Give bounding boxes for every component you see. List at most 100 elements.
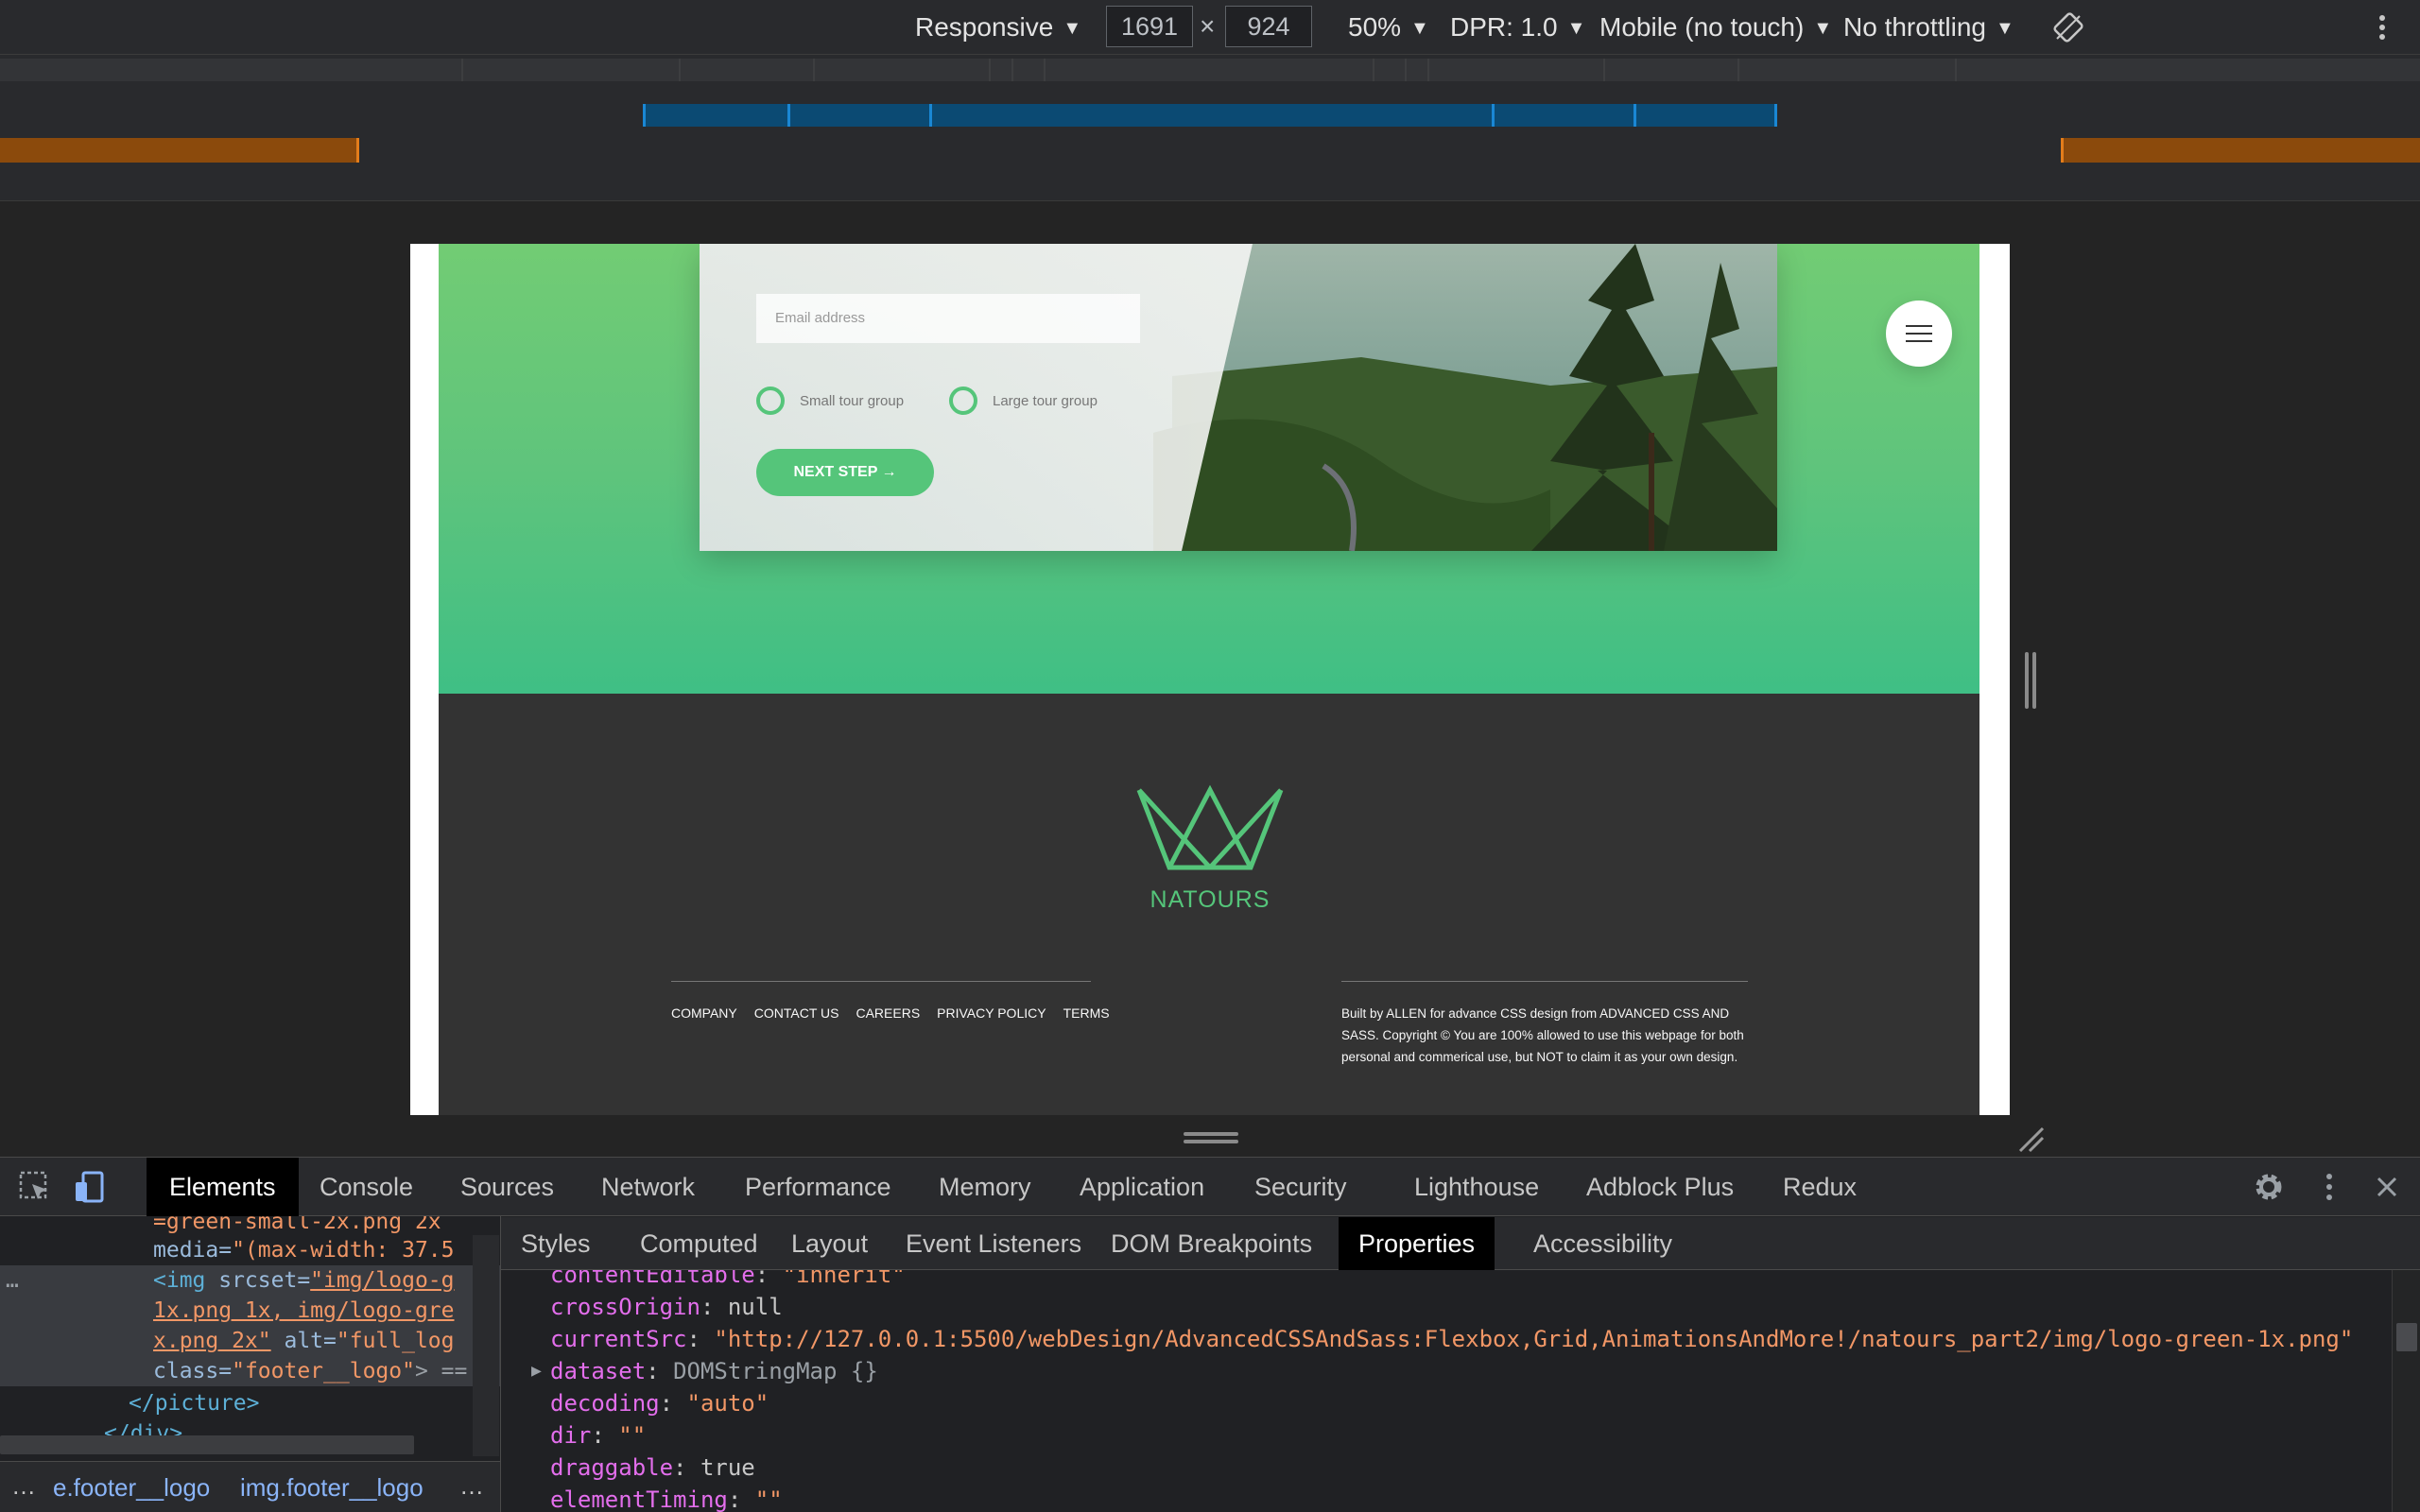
code-line[interactable]: class="footer__logo"> == (153, 1356, 467, 1386)
dimension-separator: × (1200, 11, 1216, 41)
tab-memory[interactable]: Memory (916, 1158, 1054, 1216)
height-input[interactable]: 924 (1225, 6, 1312, 47)
tab-redux[interactable]: Redux (1760, 1158, 1879, 1216)
properties-scrollbar[interactable] (2392, 1270, 2420, 1512)
breakpoint-segment[interactable] (1013, 59, 1046, 81)
code-line[interactable]: 1x.png 1x, img/logo-gre (153, 1296, 455, 1326)
radio-large-tour[interactable]: Large tour group (949, 387, 1098, 415)
scroll-thumb[interactable] (2396, 1323, 2417, 1351)
code-line[interactable]: media="(max-width: 37.5 (153, 1235, 455, 1265)
device-toggle-icon[interactable] (72, 1169, 108, 1205)
devtools-tabbar: Elements Console Sources Network Perform… (0, 1158, 2420, 1216)
viewport-right-resize-handle[interactable] (2023, 652, 2038, 709)
footer-divider (1341, 981, 1748, 982)
property-row[interactable]: dir: "" (550, 1419, 646, 1452)
more-vert-icon[interactable] (2371, 11, 2394, 43)
property-row[interactable]: currentSrc: "http://127.0.0.1:5500/webDe… (550, 1323, 2353, 1355)
tab-adblock-plus[interactable]: Adblock Plus (1564, 1158, 1756, 1216)
breakpoint-segment[interactable] (1046, 59, 1374, 81)
code-line-img[interactable]: <img srcset="img/logo-g (153, 1265, 455, 1296)
footer-navigation: COMPANY CONTACT US CAREERS PRIVACY POLIC… (671, 1005, 1110, 1021)
attr-value: "img/logo-g (310, 1268, 455, 1293)
tab-sources[interactable]: Sources (438, 1158, 577, 1216)
zoom-label: 50% (1348, 12, 1402, 42)
zoom-select[interactable]: 50% ▼ (1348, 11, 1429, 43)
elements-scrollbar[interactable] (0, 1435, 414, 1454)
code-line[interactable]: =green-small-2x.png 2x (153, 1216, 441, 1237)
footer-link-contact[interactable]: CONTACT US (754, 1005, 839, 1021)
tab-network[interactable]: Network (579, 1158, 717, 1216)
code-line[interactable]: x.png 2x" alt="full_log (153, 1326, 455, 1356)
breakpoint-segment[interactable] (1429, 59, 1605, 81)
footer-link-company[interactable]: COMPANY (671, 1005, 737, 1021)
tab-event-listeners[interactable]: Event Listeners (886, 1217, 1101, 1270)
radio-small-tour[interactable]: Small tour group (756, 387, 904, 415)
tab-elements[interactable]: Elements (147, 1158, 299, 1216)
breakpoint-segment[interactable] (1739, 59, 1957, 81)
breakpoint-segment[interactable] (1374, 59, 1407, 81)
breakpoint-segment[interactable] (1605, 59, 1739, 81)
tab-computed[interactable]: Computed (620, 1217, 778, 1270)
node-ellipsis[interactable]: … (6, 1265, 19, 1296)
footer-link-privacy[interactable]: PRIVACY POLICY (937, 1005, 1046, 1021)
tab-lighthouse[interactable]: Lighthouse (1392, 1158, 1562, 1216)
min-width-media-bar-right[interactable] (2061, 138, 2420, 163)
breadcrumb-item-selected[interactable]: img.footer__logo (240, 1473, 424, 1503)
tab-accessibility[interactable]: Accessibility (1513, 1217, 1692, 1270)
navigation-button[interactable] (1886, 301, 1952, 367)
breadcrumb-item[interactable]: e.footer__logo (53, 1473, 210, 1503)
gear-icon[interactable] (2251, 1169, 2287, 1205)
breakpoint-segment[interactable] (1957, 59, 2420, 81)
rotate-icon[interactable] (2053, 12, 2083, 43)
footer-link-careers[interactable]: CAREERS (856, 1005, 920, 1021)
device-select[interactable]: Responsive ▼ (915, 11, 1081, 43)
device-toolbar: Responsive ▼ 1691 × 924 50% ▼ DPR: 1.0 ▼ Mo… (0, 0, 2420, 55)
radio-ring (756, 387, 785, 415)
throttling-select[interactable]: No throttling ▼ (1843, 11, 2014, 43)
tab-layout[interactable]: Layout (771, 1217, 888, 1270)
closing-tag-picture[interactable]: </picture> (129, 1388, 259, 1418)
tab-security[interactable]: Security (1232, 1158, 1370, 1216)
breadcrumb-ellipsis[interactable]: … (459, 1471, 484, 1501)
footer-link-terms[interactable]: TERMS (1063, 1005, 1110, 1021)
tab-performance[interactable]: Performance (722, 1158, 914, 1216)
viewport-bottom-resize-handle[interactable] (1184, 1132, 1238, 1145)
property-row[interactable]: ▶ dataset: DOMStringMap {} (531, 1355, 878, 1387)
sidebar-tabbar: Styles Computed Layout Event Listeners D… (501, 1217, 2420, 1270)
breadcrumb-ellipsis[interactable]: … (11, 1471, 36, 1501)
close-icon[interactable] (2369, 1169, 2405, 1205)
media-bar-divider (1492, 104, 1495, 127)
breakpoint-segment[interactable] (815, 59, 991, 81)
property-row[interactable]: draggable: true (550, 1452, 755, 1484)
width-input[interactable]: 1691 (1106, 6, 1193, 47)
breakpoint-segment[interactable] (991, 59, 1013, 81)
expand-triangle-icon[interactable]: ▶ (531, 1355, 542, 1387)
breakpoint-segment[interactable] (463, 59, 681, 81)
elements-vscroll[interactable] (473, 1235, 499, 1456)
tab-console[interactable]: Console (297, 1158, 436, 1216)
throttling-label: No throttling (1843, 12, 1986, 42)
property-row[interactable]: crossOrigin: null (550, 1291, 783, 1323)
tab-dom-breakpoints[interactable]: DOM Breakpoints (1091, 1217, 1332, 1270)
breakpoint-segment[interactable] (681, 59, 815, 81)
property-value: DOMStringMap {} (673, 1358, 878, 1384)
tab-styles[interactable]: Styles (501, 1217, 611, 1270)
viewport-corner-resize-handle[interactable] (2016, 1125, 2045, 1153)
more-vert-icon[interactable] (2311, 1169, 2347, 1205)
chevron-down-icon: ▼ (1063, 18, 1082, 39)
property-row[interactable]: elementTiming: "" (550, 1484, 783, 1512)
breakpoint-segment[interactable] (1407, 59, 1429, 81)
max-width-media-bar[interactable] (643, 104, 1777, 127)
property-row[interactable]: decoding: "auto" (550, 1387, 769, 1419)
device-type-select[interactable]: Mobile (no touch) ▼ (1599, 11, 1832, 43)
tab-application[interactable]: Application (1057, 1158, 1227, 1216)
email-field[interactable]: Email address (756, 294, 1140, 343)
breakpoint-segment[interactable] (0, 59, 463, 81)
inspect-icon[interactable] (17, 1169, 53, 1205)
next-step-button[interactable]: NEXT STEP → (756, 449, 934, 496)
dpr-select[interactable]: DPR: 1.0 ▼ (1450, 11, 1585, 43)
dollar-zero: > == (414, 1359, 468, 1383)
min-width-media-bar-left[interactable] (0, 138, 359, 163)
property-row[interactable]: contentEditable: "inherit" (550, 1270, 906, 1291)
tab-properties[interactable]: Properties (1339, 1217, 1495, 1270)
